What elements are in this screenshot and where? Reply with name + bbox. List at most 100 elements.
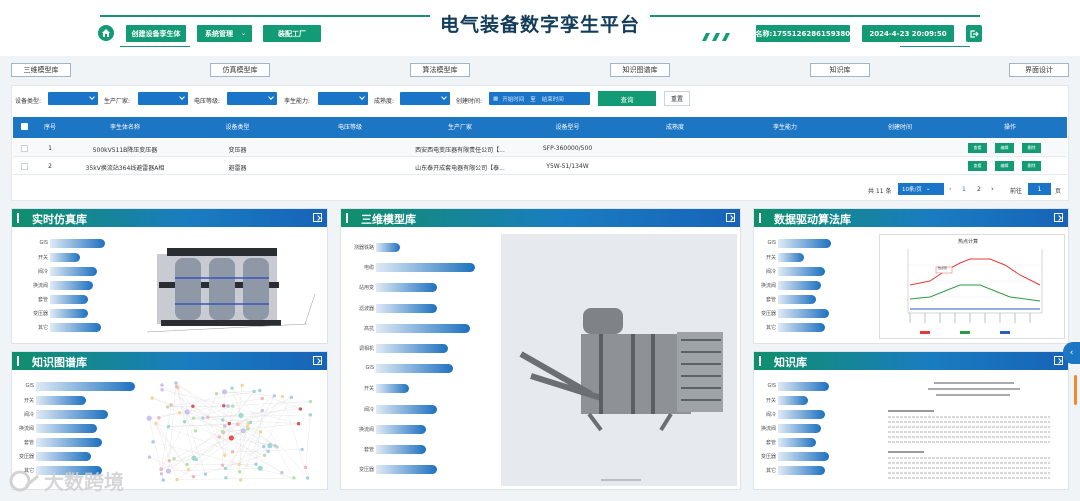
query-button[interactable]: 查询 xyxy=(598,91,656,106)
delete-button[interactable]: 删除 xyxy=(1022,143,1041,153)
tab-3d-model[interactable]: 三维模型库 xyxy=(11,63,71,77)
bar[interactable] xyxy=(778,438,817,447)
bar[interactable] xyxy=(778,323,825,332)
row-checkbox[interactable] xyxy=(21,145,28,152)
logout-icon[interactable] xyxy=(966,25,982,42)
expand-icon[interactable] xyxy=(726,213,735,222)
header-deco-right-low xyxy=(900,46,970,47)
bar[interactable] xyxy=(376,404,437,414)
bar[interactable] xyxy=(50,309,89,318)
bar[interactable] xyxy=(778,309,829,318)
graph-node xyxy=(248,420,253,425)
bar[interactable] xyxy=(36,424,97,433)
factory-button[interactable]: 装配工厂 xyxy=(263,25,321,42)
select-all-checkbox[interactable] xyxy=(21,123,28,130)
date-range-picker[interactable]: ▦ 开始时间 至 结束时间 xyxy=(489,92,590,105)
filter-label-voltage: 电压等级: xyxy=(194,98,221,105)
bar[interactable] xyxy=(50,295,89,304)
col-header-manufacturer: 生产厂家 xyxy=(447,124,472,131)
edit-button[interactable]: 编辑 xyxy=(995,143,1014,153)
row-checkbox[interactable] xyxy=(21,163,28,170)
expand-icon[interactable] xyxy=(1054,356,1063,365)
page-2[interactable]: 2 xyxy=(977,186,981,193)
bar[interactable] xyxy=(778,382,829,391)
view-button[interactable]: 查看 xyxy=(968,161,987,171)
bar[interactable] xyxy=(778,410,825,419)
reset-button[interactable]: 重置 xyxy=(664,91,690,106)
expand-icon[interactable] xyxy=(1054,213,1063,222)
bar[interactable] xyxy=(778,267,825,276)
voltage-select[interactable] xyxy=(227,92,277,105)
device-type-select[interactable] xyxy=(48,92,98,105)
twin-ability-select[interactable] xyxy=(318,92,368,105)
graph-node xyxy=(240,383,244,388)
bar-label: GIS xyxy=(39,240,48,246)
prev-page-icon[interactable]: ‹ xyxy=(949,185,952,193)
graph-node xyxy=(165,405,170,409)
card-title: 知识图谱库 xyxy=(32,356,87,369)
page-size-select[interactable]: 10条/页 ⌄ xyxy=(898,183,944,195)
bar[interactable] xyxy=(376,465,437,475)
bar-label: 阀冷 xyxy=(23,412,34,418)
tab-algo-model[interactable]: 算法模型库 xyxy=(410,63,470,77)
bar[interactable] xyxy=(778,281,821,290)
side-collapse-button[interactable]: ‹ xyxy=(1063,342,1080,364)
chevron-left-icon: ‹ xyxy=(1069,348,1074,358)
bar[interactable] xyxy=(36,410,108,419)
bar[interactable] xyxy=(376,424,426,434)
watermark-logo-icon xyxy=(9,470,39,491)
graph-node xyxy=(191,416,196,420)
bar-label: 套管 xyxy=(23,440,34,446)
bar[interactable] xyxy=(50,281,93,290)
graph-node xyxy=(150,396,154,400)
manufacturer-select[interactable] xyxy=(138,92,188,105)
tab-knowledge-graph[interactable]: 知识图谱库 xyxy=(610,63,670,77)
bar[interactable] xyxy=(376,263,475,273)
graph-node xyxy=(184,409,190,415)
bar[interactable] xyxy=(50,253,80,262)
system-menu-button[interactable]: 系统管理 ⌄ xyxy=(197,25,252,42)
bar[interactable] xyxy=(376,283,437,293)
bar[interactable] xyxy=(778,466,825,475)
delete-button[interactable]: 删除 xyxy=(1022,161,1041,171)
tab-ui-design[interactable]: 界面设计 xyxy=(1009,63,1069,77)
bar[interactable] xyxy=(778,239,831,248)
bar[interactable] xyxy=(50,323,101,332)
bar[interactable] xyxy=(376,384,409,394)
bar[interactable] xyxy=(778,396,808,405)
next-page-icon[interactable]: › xyxy=(991,185,994,193)
scrollbar-thumb[interactable] xyxy=(1074,375,1077,405)
bar[interactable] xyxy=(36,382,135,391)
create-twin-button[interactable]: 创建设备孪生体 xyxy=(126,25,186,42)
home-icon[interactable] xyxy=(98,25,114,41)
bar[interactable] xyxy=(376,303,437,313)
bar[interactable] xyxy=(778,295,817,304)
bar-label: 高抗 xyxy=(363,325,374,332)
bar[interactable] xyxy=(36,396,86,405)
bar[interactable] xyxy=(36,438,102,447)
expand-icon[interactable] xyxy=(313,356,322,365)
graph-node xyxy=(182,419,187,424)
page-1[interactable]: 1 xyxy=(962,186,966,193)
end-date-input[interactable]: 结束时间 xyxy=(542,95,564,103)
view-button[interactable]: 查看 xyxy=(968,143,987,153)
bar[interactable] xyxy=(376,445,426,454)
graph-node xyxy=(223,453,227,458)
tab-sim-model[interactable]: 仿真模型库 xyxy=(210,63,270,77)
goto-page-input[interactable]: 1 xyxy=(1028,183,1051,195)
start-date-input[interactable]: 开始时间 xyxy=(502,95,524,103)
edit-button[interactable]: 编辑 xyxy=(995,161,1014,171)
bar[interactable] xyxy=(376,243,401,252)
expand-icon[interactable] xyxy=(313,213,322,222)
bar[interactable] xyxy=(778,424,821,433)
maturity-select[interactable] xyxy=(400,92,450,105)
bar[interactable] xyxy=(50,239,106,248)
bar[interactable] xyxy=(50,267,97,276)
bar[interactable] xyxy=(376,344,448,353)
bar[interactable] xyxy=(778,253,804,262)
tab-knowledge-base[interactable]: 知识库 xyxy=(810,63,870,77)
bar[interactable] xyxy=(778,452,829,461)
bar[interactable] xyxy=(376,323,470,333)
bar[interactable] xyxy=(36,452,91,461)
bar[interactable] xyxy=(376,364,453,374)
